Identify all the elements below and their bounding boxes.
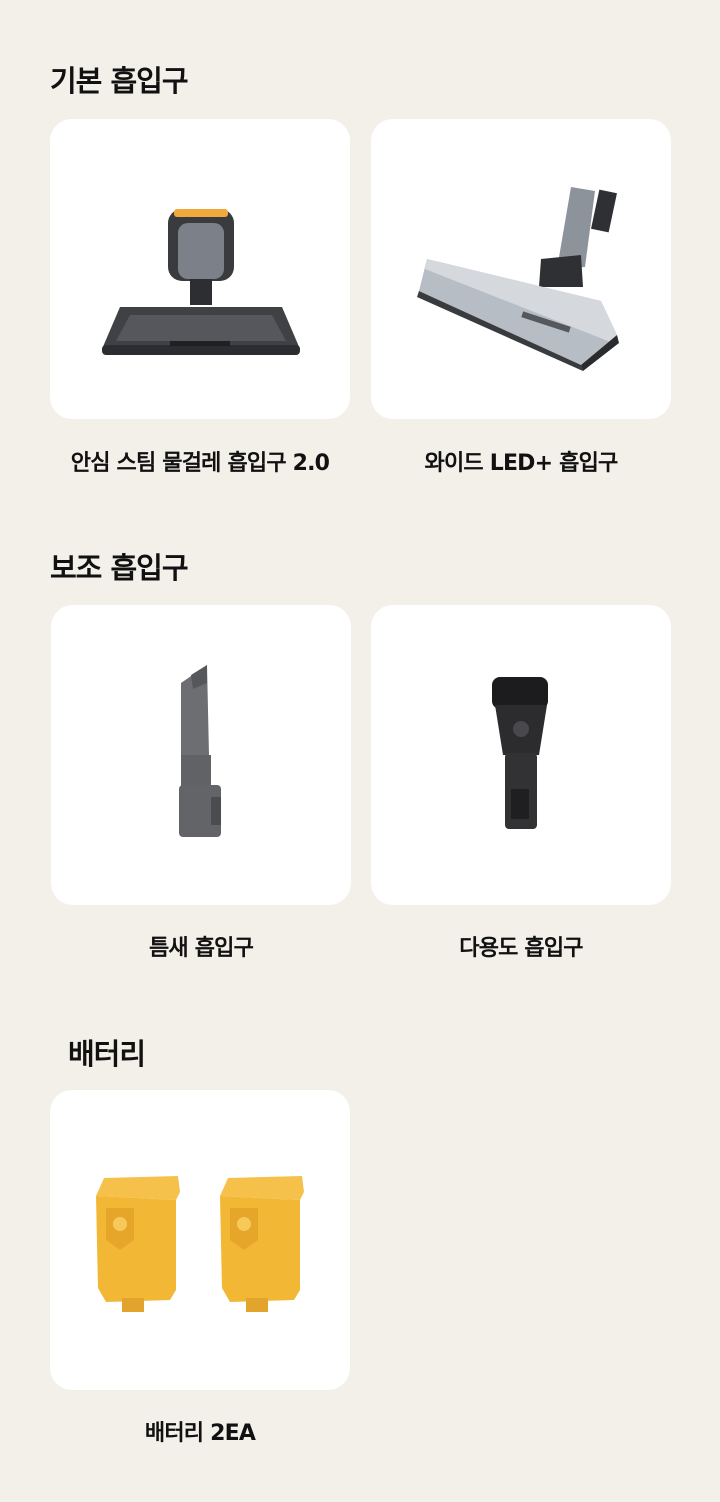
product-card-multi-brush[interactable] [371, 605, 671, 905]
product-label: 와이드 LED+ 흡입구 [424, 451, 619, 476]
product-card-wide-led[interactable] [371, 119, 671, 419]
product-card-battery[interactable] [50, 1090, 350, 1390]
section-title-battery: 배터리 [68, 1037, 146, 1071]
product-label: 다용도 흡입구 [459, 936, 583, 961]
product-card-steam-mop[interactable] [50, 119, 350, 419]
steam-mop-head-image [102, 209, 300, 355]
wide-led-floor-head-image [417, 187, 619, 371]
product-label: 안심 스팀 물걸레 흡입구 2.0 [70, 451, 330, 476]
battery-pack-image [96, 1176, 304, 1312]
section-title-basic: 기본 흡입구 [50, 64, 188, 98]
section-title-auxiliary: 보조 흡입구 [50, 551, 188, 585]
product-card-crevice[interactable] [51, 605, 351, 905]
product-label: 배터리 2EA [144, 1421, 256, 1446]
crevice-tool-image [179, 665, 221, 837]
product-label: 틈새 흡입구 [148, 936, 254, 961]
multi-brush-tool-image [492, 677, 548, 829]
